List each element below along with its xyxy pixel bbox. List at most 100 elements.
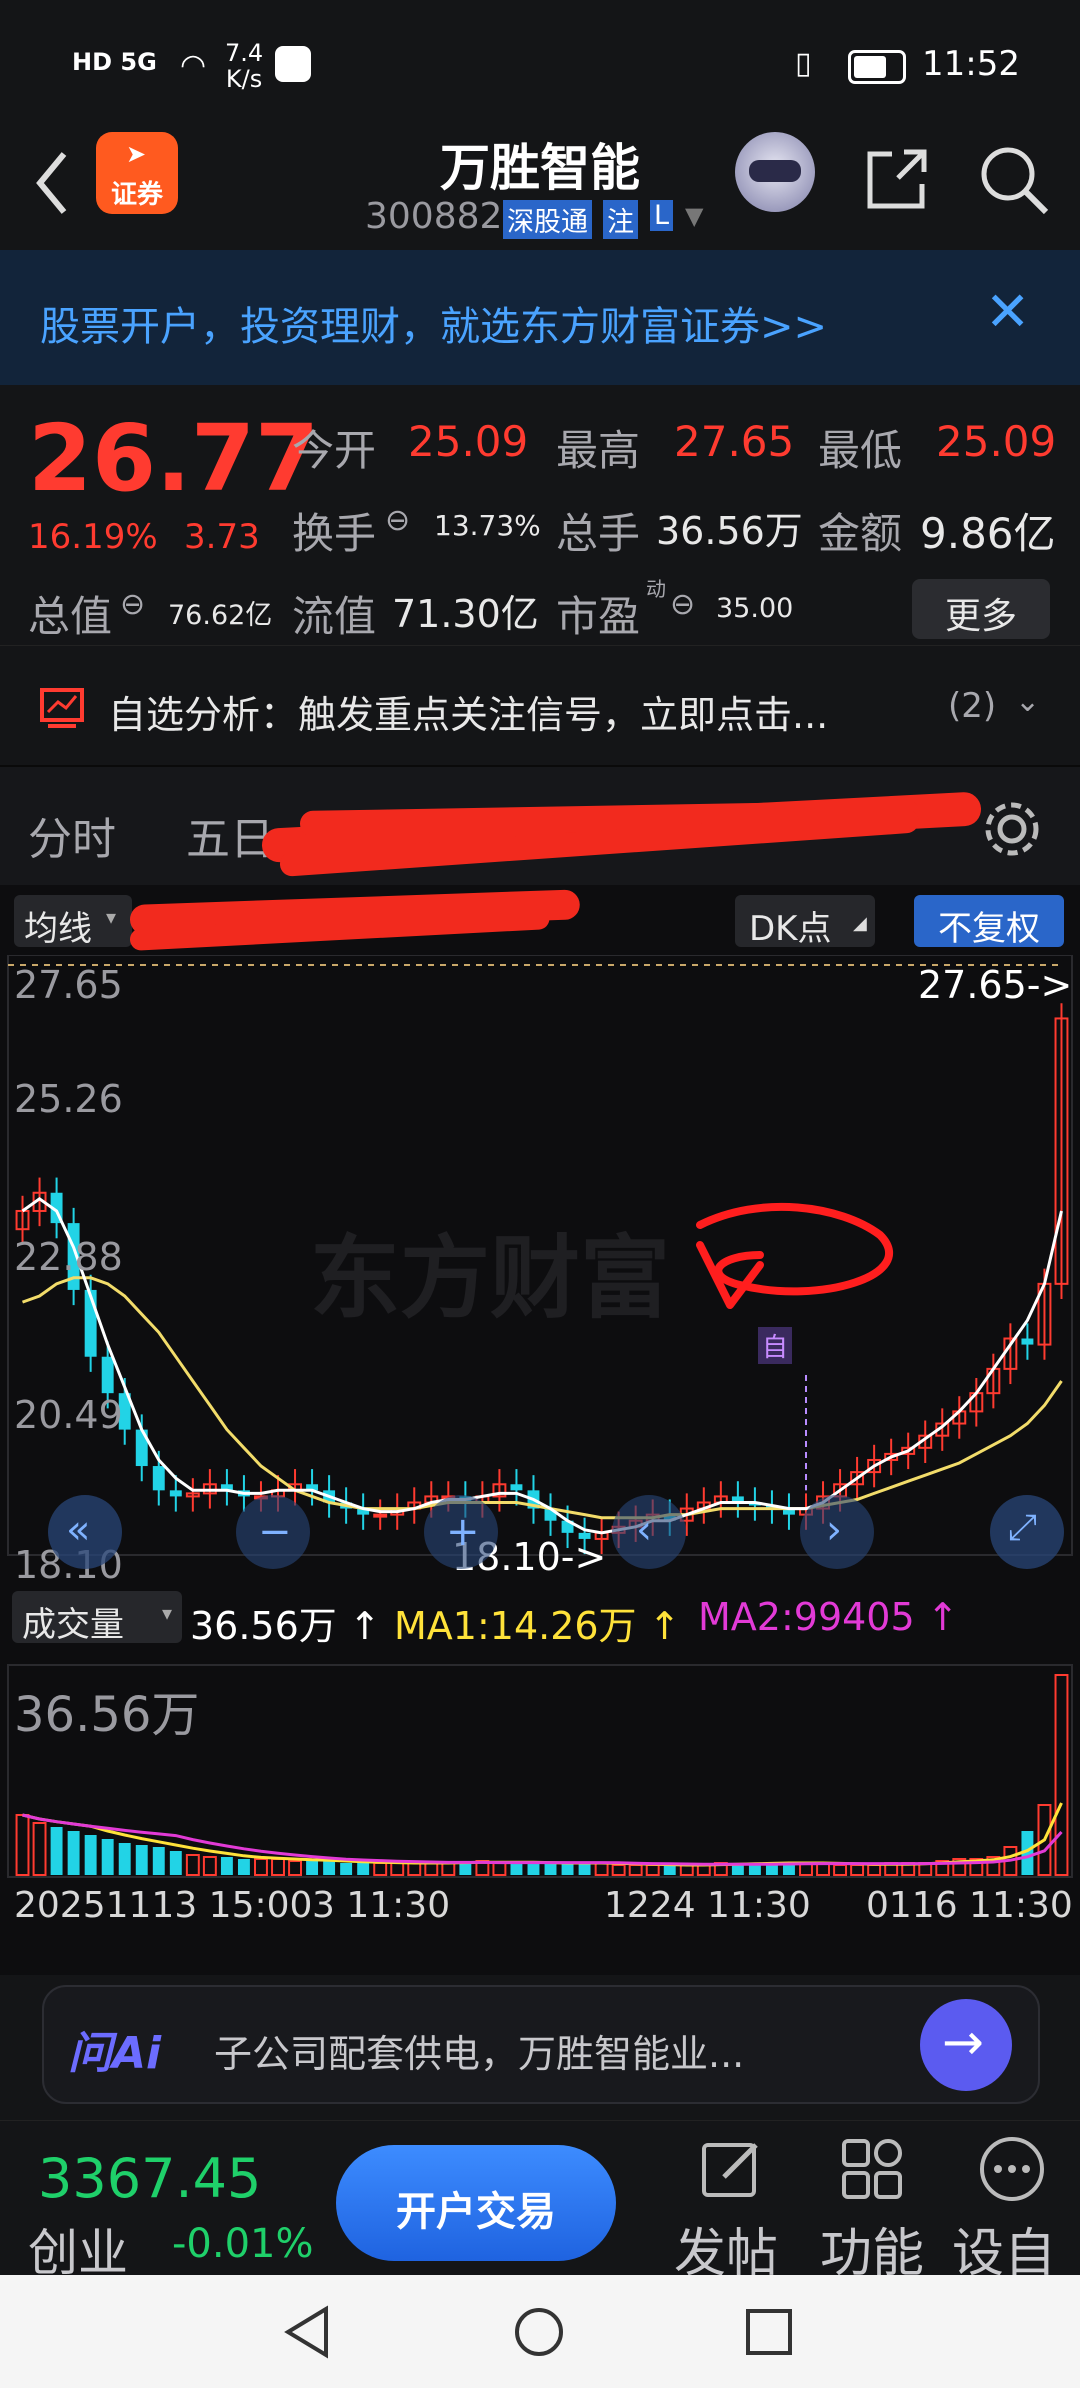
y-tick: 20.49	[14, 1393, 123, 1437]
dk-point-select[interactable]: DK点 ◢	[735, 895, 875, 949]
ai-assistant-bar: 问Ai 子公司配套供电，万胜智能业... →	[0, 1975, 1080, 2120]
signal-text[interactable]: 自选分析：触发重点关注信号，立即点击...	[108, 684, 828, 739]
low-value: 25.09	[936, 417, 1057, 466]
volume-bar	[185, 1854, 200, 1876]
code-dropdown-icon[interactable]: ▼	[685, 202, 703, 230]
volume-label: 总手	[556, 509, 641, 558]
candle-body	[152, 1466, 165, 1491]
turnover-label: 换手	[292, 509, 377, 558]
status-bar: HD 5G 7.4 K/s ◠ ▯ 11:52	[0, 0, 1080, 128]
volume-bar	[306, 1861, 319, 1875]
ma1-legend: MA1:14.26万 ↑	[394, 1604, 681, 1648]
plus-icon: +	[446, 1509, 480, 1555]
ma2-legend: MA2:99405 ↑	[698, 1595, 959, 1639]
volume-bar	[628, 1864, 643, 1876]
stock-code: 300882	[365, 196, 503, 237]
more-button-label: 更多	[944, 596, 1017, 637]
change-pct: 16.19%	[28, 517, 158, 557]
zoom-out-button[interactable]: −	[236, 1495, 310, 1569]
search-icon[interactable]	[976, 142, 1052, 218]
close-icon[interactable]: ✕	[985, 280, 1030, 343]
volume-bar	[67, 1831, 80, 1875]
volume-bar	[15, 1814, 30, 1876]
ai-prompt-text[interactable]: 子公司配套供电，万胜智能业...	[214, 2023, 744, 2078]
volume-bar	[561, 1863, 574, 1875]
quote-panel: 26.77 16.19% 3.73 今开 25.09 最高 27.65 最低 2…	[0, 385, 1080, 645]
open-account-trade-label: 开户交易	[396, 2189, 556, 2235]
volume-value: 36.56万	[656, 509, 803, 553]
mktcap-label: 总值	[28, 592, 113, 641]
net-speed-unit: K/s	[225, 65, 263, 93]
stock-code-row[interactable]: 300882	[365, 196, 502, 237]
grid-icon	[842, 2139, 902, 2199]
home-circle-icon[interactable]	[512, 2305, 566, 2359]
indicator-select[interactable]: 成交量 ▾	[12, 1591, 182, 1645]
ai-input[interactable]: 问Ai 子公司配套供电，万胜智能业... →	[42, 1985, 1040, 2104]
robot-assistant-icon[interactable]	[735, 132, 815, 212]
next-button[interactable]: ›	[800, 1495, 874, 1569]
volume-bar	[152, 1847, 165, 1875]
date-label: 1224 11:30	[604, 1885, 811, 1926]
adjust-toggle[interactable]: 不复权	[914, 895, 1064, 949]
date-label: 20251113 15:00	[14, 1885, 313, 1926]
volume-bar	[594, 1862, 609, 1876]
ad-banner[interactable]: 股票开户，投资理财，就选东方财富证券>> ✕	[0, 250, 1080, 385]
volume-bar	[510, 1863, 523, 1875]
system-nav-bar	[0, 2275, 1080, 2388]
signal-row[interactable]: 自选分析：触发重点关注信号，立即点击... (2) ⌄	[0, 645, 1080, 766]
ai-send-button[interactable]: →	[920, 1999, 1012, 2091]
info-icon[interactable]: ⊖	[120, 587, 145, 622]
kline-chart-area[interactable]: 均线 ▾ MA DK点 ◢ 不复权 东方财富 27.65 25.26 22.88…	[0, 885, 1080, 1975]
vibrate-icon: ▯	[795, 46, 812, 81]
prev-button[interactable]: ‹	[612, 1495, 686, 1569]
network-indicator: HD 5G	[72, 48, 157, 76]
ma-select[interactable]: 均线 ▾	[14, 895, 132, 949]
zhu-tag: 注	[603, 200, 638, 239]
share-icon[interactable]	[862, 144, 932, 214]
tab-wuri[interactable]: 五日	[186, 803, 274, 867]
annotation-circle	[696, 1202, 893, 1296]
volume-bar	[84, 1835, 97, 1875]
bottom-nav: 3367.45 创业 -0.01% 开户交易 发帖 功能 设自	[0, 2120, 1080, 2284]
self-select-mark: 自	[758, 1327, 793, 1364]
kline-svg	[7, 955, 1073, 1878]
more-dots-icon	[980, 2137, 1044, 2201]
volume-bar	[611, 1864, 626, 1876]
high-value: 27.65	[674, 417, 795, 466]
corner-triangle-icon: ◢	[853, 913, 867, 934]
open-account-trade-button[interactable]: 开户交易	[336, 2145, 616, 2261]
index-change: -0.01%	[172, 2221, 314, 2267]
volume-bar	[867, 1864, 882, 1876]
info-icon[interactable]: ⊖	[670, 587, 695, 622]
info-icon[interactable]: ⊖	[385, 503, 410, 538]
tab-fenshi[interactable]: 分时	[28, 803, 116, 867]
recents-square-icon[interactable]	[744, 2307, 794, 2357]
l-tag: L	[650, 200, 674, 231]
signal-count: (2)	[948, 686, 997, 726]
volume-bar	[492, 1862, 507, 1876]
ad-banner-text[interactable]: 股票开户，投资理财，就选东方财富证券>>	[40, 294, 827, 352]
volume-legend: 36.56万 ↑	[190, 1604, 381, 1648]
scroll-left-button[interactable]: «	[48, 1495, 122, 1569]
more-button[interactable]: 更多	[912, 579, 1050, 639]
wifi-icon: ◠	[180, 48, 207, 83]
chevron-down-icon[interactable]: ⌄	[1015, 684, 1040, 719]
volume-bar	[323, 1861, 336, 1875]
volume-bar	[441, 1862, 456, 1876]
back-triangle-icon[interactable]	[282, 2305, 332, 2359]
candle-body	[373, 1513, 388, 1518]
y-tick: 25.26	[14, 1077, 123, 1121]
low-label: 最低	[818, 426, 903, 475]
gear-icon[interactable]	[980, 797, 1044, 861]
y-tick: 27.65	[14, 963, 123, 1007]
volume-bar	[101, 1839, 114, 1875]
volume-bar	[390, 1862, 405, 1876]
dk-point-label: DK点	[749, 909, 832, 949]
volume-bar	[202, 1856, 217, 1876]
zoom-in-button[interactable]: +	[424, 1495, 498, 1569]
chevron-right-icon: ›	[826, 1507, 842, 1553]
fullscreen-button[interactable]: ⤢	[990, 1495, 1064, 1569]
volume-bar	[357, 1863, 370, 1875]
edit-icon	[702, 2143, 758, 2197]
candle-body	[1021, 1338, 1034, 1345]
